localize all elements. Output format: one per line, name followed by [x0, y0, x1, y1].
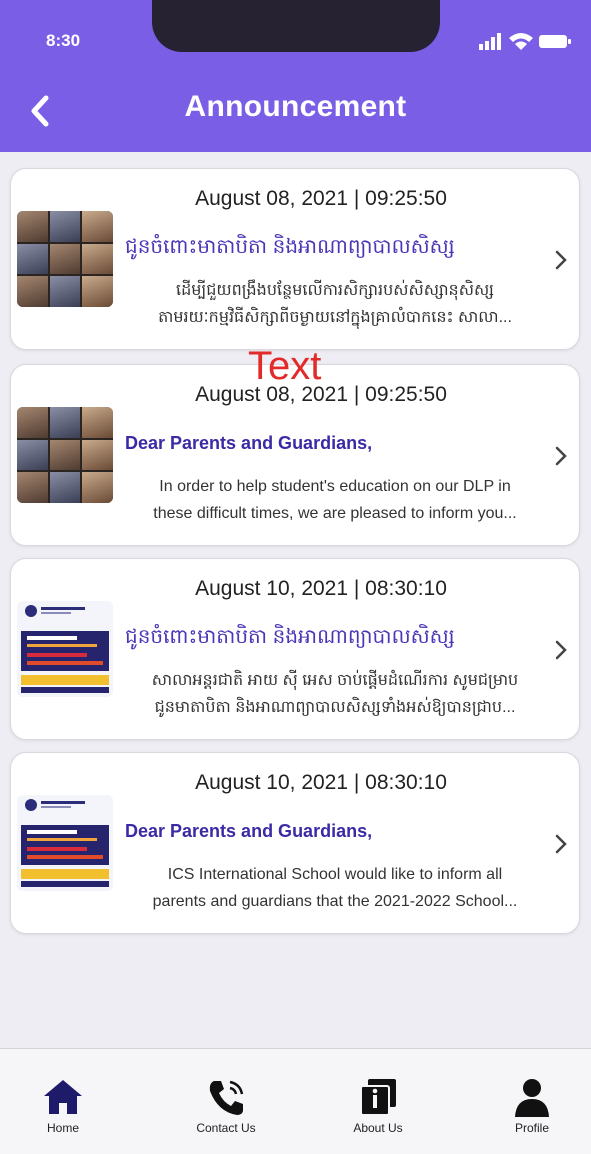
chevron-right-icon — [555, 834, 567, 854]
page-title: Announcement — [184, 90, 407, 123]
announcement-thumbnail — [17, 601, 113, 697]
announcement-heading: Dear Parents and Guardians, — [125, 821, 373, 841]
announcement-card[interactable]: August 08, 2021 | 09:25:50 Dear Parents … — [10, 364, 580, 546]
announcement-card[interactable]: August 10, 2021 | 08:30:10 Dear Parents … — [10, 752, 580, 934]
announcement-preview: សាលាអន្តរជាតិ អាយ ស៊ី អេស ចាប់ផ្តើមដំណើរ… — [125, 667, 545, 723]
announcement-date: August 10, 2021 | 08:30:10 — [195, 577, 447, 600]
announcement-thumbnail — [17, 407, 113, 503]
announcement-heading: Dear Parents and Guardians, — [125, 433, 373, 453]
preview-line: តាមរយៈកម្មវិធីសិក្សាពីចម្ងាយនៅក្នុងគ្រាល… — [158, 309, 512, 326]
about-icon — [360, 1079, 396, 1116]
announcement-preview: In order to help student's education on … — [125, 473, 545, 529]
announcement-date: August 08, 2021 | 09:25:50 — [195, 187, 447, 210]
announcement-heading: ជូនចំពោះមាតាបិតា និងអាណាព្យាបាលសិស្ស — [125, 236, 455, 258]
announcement-card[interactable]: August 08, 2021 | 09:25:50 ជូនចំពោះមាតាប… — [10, 168, 580, 350]
chevron-right-icon — [555, 446, 567, 466]
nav-label: Contact Us — [196, 1121, 256, 1135]
chevron-right-icon — [555, 250, 567, 270]
phone-notch — [152, 0, 440, 52]
nav-profile[interactable]: Profile — [472, 1077, 591, 1149]
preview-line: these difficult times, we are pleased to… — [153, 505, 517, 522]
announcement-thumbnail — [17, 211, 113, 307]
preview-line: ជូនមាតាបិតា និងអាណាព្យាបាលសិស្សទាំងអស់ឱ្… — [154, 699, 516, 716]
preview-line: ICS International School would like to i… — [167, 866, 503, 883]
nav-label: Profile — [514, 1121, 549, 1135]
nav-label: Home — [46, 1121, 79, 1135]
announcement-date: August 10, 2021 | 08:30:10 — [195, 771, 447, 794]
announcement-preview: ICS International School would like to i… — [125, 861, 545, 917]
announcement-preview: ដើម្បីជួយពង្រឹងបន្ថែមលើការសិក្សារបស់សិស្… — [125, 277, 545, 333]
school-flyer — [17, 601, 113, 697]
preview-line: សាលាអន្តរជាតិ អាយ ស៊ី អេស ចាប់ផ្តើមដំណើរ… — [151, 672, 519, 689]
status-icons — [479, 33, 571, 50]
battery-icon — [539, 35, 571, 48]
announcement-heading: ជូនចំពោះមាតាបិតា និងអាណាព្យាបាលសិស្ស — [125, 626, 455, 648]
signal-icon — [479, 33, 501, 50]
announcement-card[interactable]: August 10, 2021 | 08:30:10 ជូនចំពោះមាតាប… — [10, 558, 580, 740]
nav-about-us[interactable]: About Us — [318, 1077, 438, 1149]
chevron-right-icon — [555, 640, 567, 660]
preview-line: parents and guardians that the 2021-2022… — [152, 893, 518, 910]
status-time: 8:30 — [46, 31, 81, 50]
announcement-date: August 08, 2021 | 09:25:50 — [195, 383, 447, 406]
video-call-photo — [17, 211, 113, 307]
nav-contact-us[interactable]: Contact Us — [166, 1077, 286, 1149]
preview-line: In order to help student's education on … — [159, 478, 511, 495]
video-call-photo — [17, 407, 113, 503]
home-icon — [44, 1080, 82, 1114]
announcement-thumbnail — [17, 795, 113, 891]
bottom-navigation: Home Contact Us About Us Profile — [0, 1048, 591, 1154]
nav-label: About Us — [353, 1121, 403, 1135]
wifi-icon — [509, 33, 533, 50]
nav-home[interactable]: Home — [3, 1077, 123, 1149]
profile-icon — [515, 1079, 549, 1117]
phone-icon — [209, 1080, 244, 1115]
school-flyer — [17, 795, 113, 891]
app-header: 8:30 Announcement — [0, 0, 591, 152]
preview-line: ដើម្បីជួយពង្រឹងបន្ថែមលើការសិក្សារបស់សិស្… — [176, 282, 494, 299]
